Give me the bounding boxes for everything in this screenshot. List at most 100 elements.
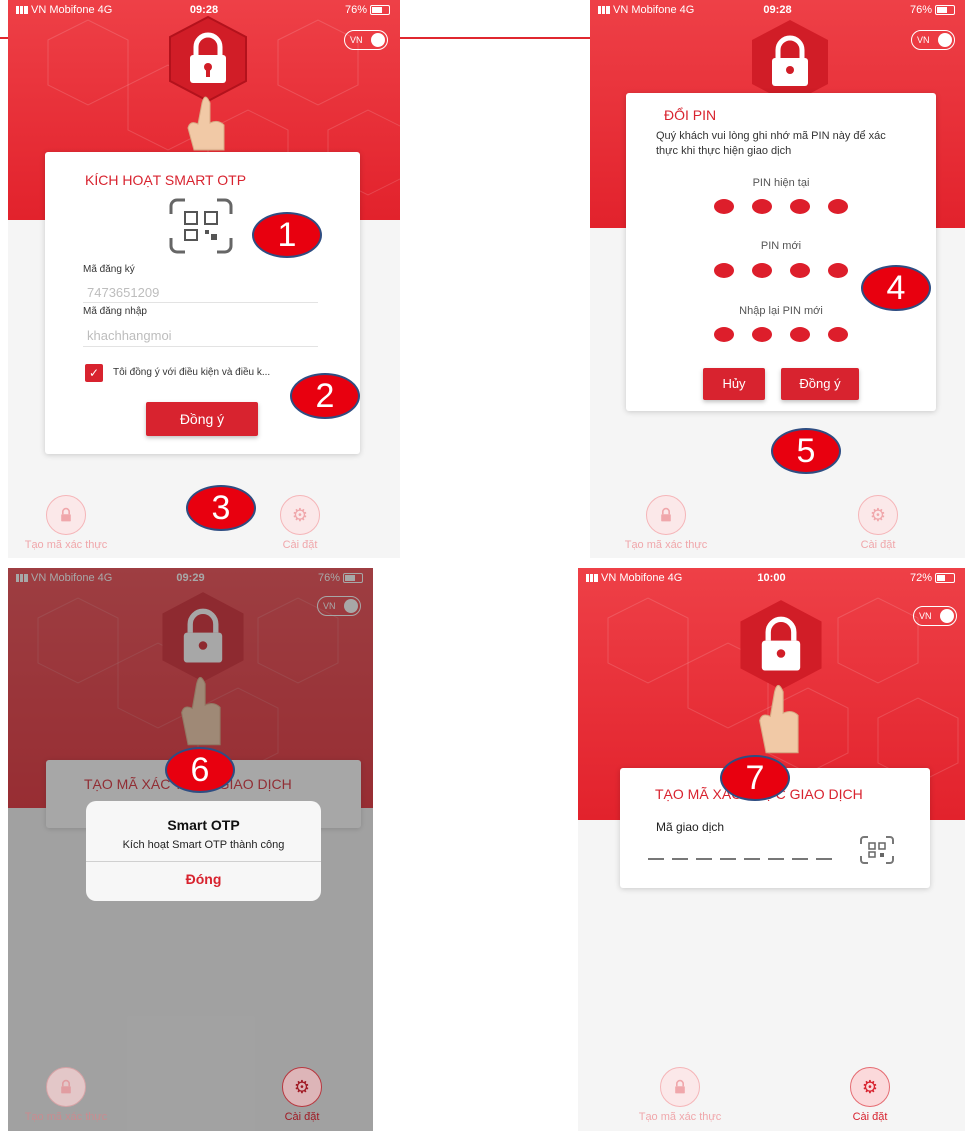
alert-title: Smart OTP: [167, 817, 240, 833]
bottom-nav: Tạo mã xác thực ⚙ Cài đặt: [590, 488, 965, 558]
nav-settings-label: Cài đặt: [282, 539, 318, 551]
cancel-button[interactable]: Hủy: [703, 368, 765, 400]
step-badge-4: 4: [861, 265, 931, 311]
battery-level: 76%: [344, 4, 367, 16]
lock-hand-icon: [169, 15, 247, 151]
battery-level: 72%: [909, 572, 932, 584]
transaction-label: Mã giao dịch: [656, 820, 725, 834]
bottom-nav: Tạo mã xác thực ⚙ Cài đặt: [578, 1061, 965, 1131]
terms-checkbox[interactable]: ✓: [85, 364, 103, 382]
new-pin-label: PIN mới: [760, 240, 802, 252]
registration-input[interactable]: 7473651209: [87, 285, 159, 300]
pin-dot: [790, 327, 810, 342]
battery-icon: [935, 573, 955, 584]
battery-icon: [370, 5, 390, 16]
current-pin-label: PIN hiện tại: [752, 177, 810, 189]
nav-settings[interactable]: ⚙ Cài đặt: [810, 1067, 930, 1123]
success-alert: Smart OTP Kích hoạt Smart OTP thành công…: [86, 801, 321, 901]
step-badge-7: 7: [720, 755, 790, 801]
lock-icon: [46, 495, 86, 535]
alert-message: Kích hoạt Smart OTP thành công: [122, 839, 285, 851]
gear-icon: ⚙: [282, 1067, 322, 1107]
pin-dot: [714, 327, 734, 342]
pin-dot: [828, 327, 848, 342]
nav-create-code-label: Tạo mã xác thực: [624, 539, 708, 551]
nav-create-code[interactable]: Tạo mã xác thực: [8, 495, 126, 551]
alert-divider: [86, 861, 321, 862]
pin-dot: [790, 199, 810, 214]
agree-button[interactable]: Đồng ý: [781, 368, 859, 400]
nav-create-code-label: Tạo mã xác thực: [24, 539, 108, 551]
gear-icon: ⚙: [280, 495, 320, 535]
alert-close-button[interactable]: Đóng: [86, 871, 321, 887]
change-pin-dialog: ĐỔI PIN Quý khách vui lòng ghi nhớ mã PI…: [626, 93, 936, 411]
language-toggle[interactable]: VN: [913, 606, 957, 626]
lock-icon: [46, 1067, 86, 1107]
step-badge-1: 1: [252, 212, 322, 258]
nav-create-code[interactable]: Tạo mã xác thực: [8, 1067, 126, 1123]
phone-screen-activate: VN Mobifone 4G 09:28 76% VN KÍCH HOẠT SM…: [8, 0, 400, 558]
nav-settings[interactable]: ⚙ Cài đặt: [242, 1067, 362, 1123]
nav-create-code-label: Tạo mã xác thực: [638, 1111, 722, 1123]
pin-dot: [714, 263, 734, 278]
lock-icon: [646, 495, 686, 535]
language-toggle[interactable]: VN: [911, 30, 955, 50]
pin-dot: [828, 263, 848, 278]
clock: 09:28: [763, 4, 792, 16]
clock: 10:00: [757, 572, 786, 584]
code-slot: [696, 858, 712, 860]
battery-level: 76%: [909, 4, 932, 16]
pin-dot: [752, 263, 772, 278]
nav-create-code[interactable]: Tạo mã xác thực: [620, 1067, 740, 1123]
code-slot: [816, 858, 832, 860]
phone-screen-create-code: VN Mobifone 4G 10:00 72% VN TẠO MÃ XÁC T…: [578, 568, 965, 1131]
pin-dot: [790, 263, 810, 278]
language-toggle[interactable]: VN: [344, 30, 388, 50]
lock-icon: [660, 1067, 700, 1107]
step-badge-5: 5: [771, 428, 841, 474]
pin-dot: [714, 199, 734, 214]
nav-settings-label: Cài đặt: [852, 1111, 888, 1123]
connector-line-left: [0, 37, 8, 39]
nav-settings[interactable]: ⚙ Cài đặt: [818, 495, 938, 551]
language-label: VN: [919, 611, 932, 621]
login-input[interactable]: khachhangmoi: [87, 328, 172, 343]
code-slot: [720, 858, 736, 860]
code-slot: [744, 858, 760, 860]
nav-create-code[interactable]: Tạo mã xác thực: [606, 495, 726, 551]
battery-icon: [935, 5, 955, 16]
step-badge-2: 2: [290, 373, 360, 419]
nav-settings-label: Cài đặt: [284, 1111, 320, 1123]
bottom-nav: Tạo mã xác thực ⚙ Cài đặt: [8, 1061, 373, 1131]
nav-create-code-label: Tạo mã xác thực: [24, 1111, 108, 1123]
agree-button[interactable]: Đồng ý: [146, 402, 258, 436]
step-badge-3: 3: [186, 485, 256, 531]
qr-scan-icon[interactable]: [857, 834, 897, 866]
code-slot: [792, 858, 808, 860]
login-label: Mã đăng nhập: [83, 306, 147, 317]
status-bar: VN Mobifone 4G 10:00 72%: [578, 568, 965, 590]
gear-icon: ⚙: [850, 1067, 890, 1107]
nav-settings[interactable]: ⚙ Cài đặt: [240, 495, 360, 551]
language-label: VN: [350, 35, 363, 45]
registration-underline: [83, 302, 318, 303]
code-slot: [648, 858, 664, 860]
pin-dot: [752, 327, 772, 342]
lock-hand-icon: [740, 600, 822, 754]
terms-label: Tôi đồng ý với điều kiện và điều k...: [113, 367, 271, 378]
card-title: KÍCH HOẠT SMART OTP: [85, 172, 247, 188]
registration-label: Mã đăng ký: [83, 264, 135, 275]
pin-dot: [752, 199, 772, 214]
dialog-title: ĐỔI PIN: [664, 107, 717, 123]
login-underline: [83, 346, 318, 347]
step-badge-6: 6: [165, 747, 235, 793]
dialog-description: Quý khách vui lòng ghi nhớ mã PIN này để…: [656, 130, 886, 157]
gear-icon: ⚙: [858, 495, 898, 535]
nav-settings-label: Cài đặt: [860, 539, 896, 551]
code-slot: [672, 858, 688, 860]
pin-dot: [828, 199, 848, 214]
phone-screen-activated: VN Mobifone 4G 09:29 76% VN TẠO MÃ XÁC T…: [8, 568, 373, 1131]
language-label: VN: [917, 35, 930, 45]
connector-line-middle: [400, 37, 590, 39]
qr-scan-icon[interactable]: [161, 196, 241, 256]
